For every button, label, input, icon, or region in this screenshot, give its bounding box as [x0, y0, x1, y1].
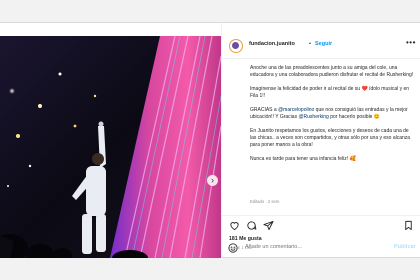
follow-button[interactable]: Seguir: [315, 41, 332, 47]
username-link[interactable]: fundacion.juanito: [249, 41, 295, 47]
actions-divider: [222, 215, 420, 216]
comment-input[interactable]: [245, 244, 385, 250]
chevron-right-icon[interactable]: ›: [207, 175, 218, 186]
header-divider: [222, 58, 420, 59]
ellipsis-icon[interactable]: •••: [406, 38, 416, 47]
publish-button[interactable]: Publicar: [394, 244, 416, 250]
avatar[interactable]: [229, 39, 243, 53]
mention-link[interactable]: @marcelopolino: [278, 107, 314, 113]
instagram-post: › fundacion.juanito • Seguir ••• Anoche …: [0, 22, 420, 259]
comment-icon[interactable]: [246, 220, 257, 231]
edited-label: Editado · 2 sem: [250, 199, 280, 204]
caption-paragraph: GRACIAS a @marcelopolino que nos consigu…: [250, 107, 415, 121]
caption-text: por hacerlo posible 😊: [328, 114, 381, 121]
mention-link[interactable]: @Rusherking: [298, 114, 328, 120]
caption-paragraph: Anoche una de las preadolescentes junto …: [250, 65, 414, 79]
concert-image: [0, 36, 221, 258]
post-sidebar: fundacion.juanito • Seguir ••• Anoche un…: [221, 23, 420, 259]
post-actions: [222, 219, 420, 233]
post-header: fundacion.juanito • Seguir •••: [222, 36, 420, 56]
emoji-icon[interactable]: [228, 243, 238, 253]
share-icon[interactable]: [263, 220, 274, 231]
post-photo[interactable]: ›: [0, 36, 221, 258]
bookmark-icon[interactable]: [403, 220, 414, 231]
caption-text: GRACIAS a: [250, 106, 279, 113]
caption-paragraph: En Juanito respetamos los gustos, elecci…: [250, 127, 411, 149]
post-caption: Anoche una de las preadolescentes junto …: [250, 65, 415, 170]
likes-count[interactable]: 181 Me gusta: [229, 236, 262, 242]
caption-paragraph: Nunca es tarde para tener una infancia f…: [250, 155, 356, 162]
separator-dot: •: [309, 41, 311, 47]
caption-paragraph: Imagínense la felicidad de poder ir al r…: [250, 85, 410, 100]
heart-icon[interactable]: [229, 220, 240, 231]
